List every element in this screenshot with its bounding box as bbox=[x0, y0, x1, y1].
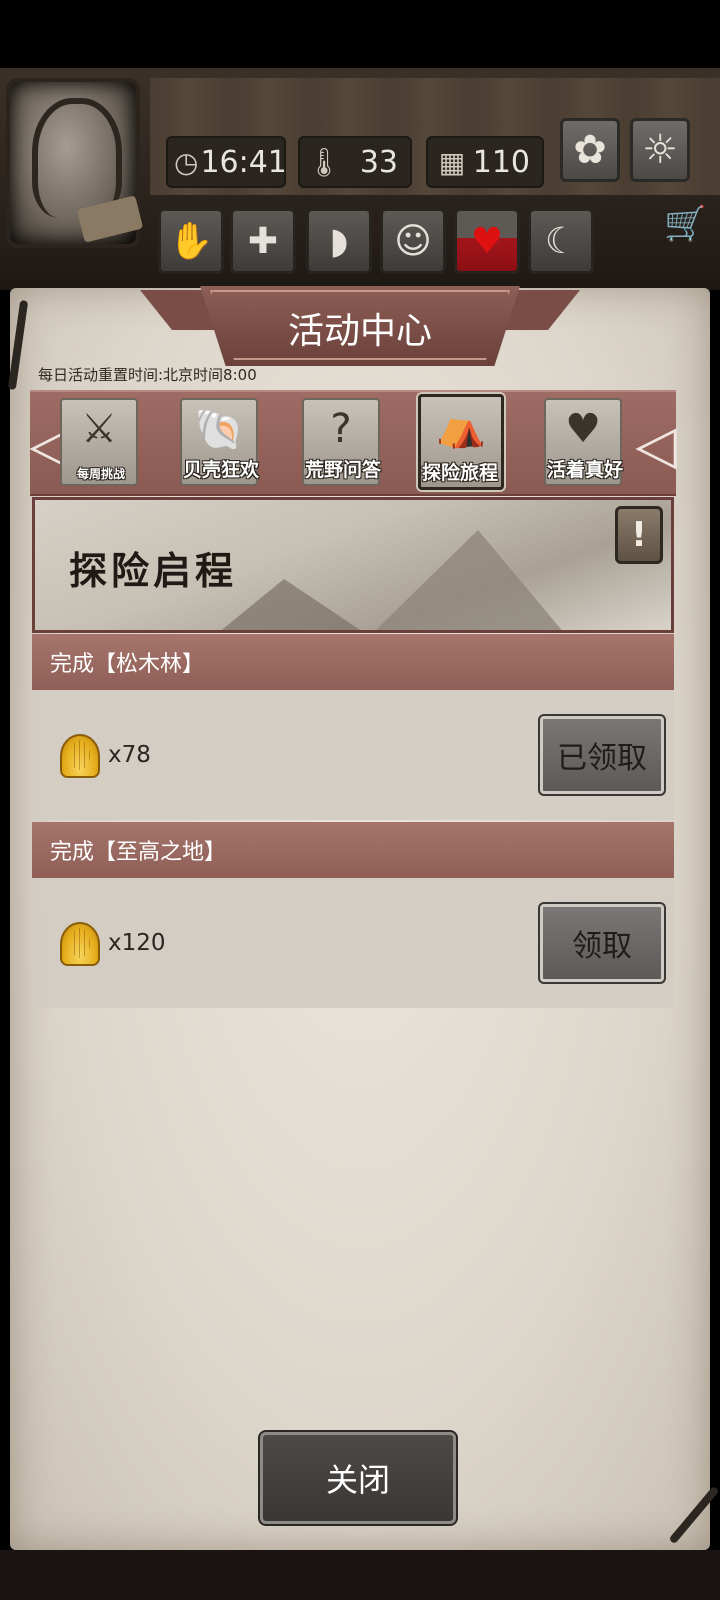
stomach-status-button[interactable]: ◗ bbox=[306, 208, 372, 274]
event-hero-image: 探险启程 ! bbox=[32, 497, 674, 633]
chevron-right-icon: ◁ bbox=[635, 412, 677, 476]
tab-weekly-challenge[interactable]: ⚔ 每周挑战 bbox=[60, 398, 138, 486]
reward-quantity: x78 bbox=[108, 742, 151, 768]
clock-icon: ◷ bbox=[174, 145, 199, 179]
hand-icon: ✋ bbox=[168, 221, 214, 262]
swords-icon: ⚔ bbox=[81, 406, 117, 452]
tab-alive-is-good[interactable]: ♥ 活着真好 bbox=[544, 398, 623, 486]
tab-expedition-journey[interactable]: ⛺ 探险旅程 bbox=[418, 394, 504, 490]
close-button[interactable]: 关闭 bbox=[258, 1430, 458, 1526]
claimed-button[interactable]: 已领取 bbox=[538, 714, 666, 796]
status-bar bbox=[0, 0, 720, 68]
shell-icon: 🐚 bbox=[194, 407, 244, 453]
cart-icon: 🛒 bbox=[664, 204, 707, 244]
head-icon: ☺ bbox=[394, 220, 432, 262]
task-row: x78 已领取 bbox=[32, 690, 674, 820]
info-button[interactable]: ! bbox=[615, 506, 663, 564]
heart-status-button[interactable]: ♥ bbox=[454, 208, 520, 274]
sunflower-button[interactable]: ✿ bbox=[560, 118, 620, 182]
task-title: 完成【松木林】 bbox=[50, 652, 205, 677]
hud: ◷ 16:41 🌡 33 ▦ 110 ✿ ☼ ✋ ✚ ◗ ☺ ♥ ☾ 🛒 bbox=[0, 68, 720, 290]
tab-label: 每周挑战 bbox=[76, 467, 125, 481]
character-portrait[interactable] bbox=[6, 78, 144, 248]
weather-button[interactable]: ☼ bbox=[630, 118, 690, 182]
shop-cart-button[interactable]: 🛒 bbox=[664, 204, 706, 244]
moon-icon: ☾ bbox=[544, 220, 578, 262]
task-header: 完成【至高之地】 bbox=[32, 822, 674, 878]
reset-time-note: 每日活动重置时间:北京时间8:00 bbox=[38, 366, 257, 384]
health-status-button[interactable]: ✚ bbox=[230, 208, 296, 274]
reward-quantity: x120 bbox=[108, 930, 166, 956]
task-title: 完成【至高之地】 bbox=[50, 840, 227, 865]
temperature-value: 33 bbox=[359, 144, 398, 180]
tab-label: 贝壳狂欢 bbox=[182, 459, 259, 481]
backpack-icon: ⛺ bbox=[436, 404, 486, 450]
sleep-status-button[interactable]: ☾ bbox=[528, 208, 594, 274]
sunflower-icon: ✿ bbox=[573, 127, 607, 173]
task-header: 完成【松木林】 bbox=[32, 634, 674, 690]
sun-icon: ☼ bbox=[642, 127, 678, 173]
temperature-display: 🌡 33 bbox=[298, 136, 412, 188]
tab-label: 活着真好 bbox=[546, 459, 623, 481]
time-display: ◷ 16:41 bbox=[166, 136, 287, 188]
stomach-icon: ◗ bbox=[329, 220, 349, 262]
heart-icon: ♥ bbox=[470, 220, 504, 262]
time-value: 16:41 bbox=[200, 144, 287, 180]
portrait-hair bbox=[32, 98, 122, 218]
plus-icon: ✚ bbox=[247, 220, 279, 262]
tab-label: 探险旅程 bbox=[421, 462, 498, 484]
task-row: x120 领取 bbox=[32, 878, 674, 1008]
mind-status-button[interactable]: ☺ bbox=[380, 208, 446, 274]
calendar-heart-icon: ♥ bbox=[565, 406, 601, 452]
claim-button[interactable]: 领取 bbox=[538, 902, 666, 984]
mountain-illustration bbox=[335, 530, 595, 630]
tab-wilderness-quiz[interactable]: ? 荒野问答 bbox=[302, 398, 381, 486]
thermometer-icon: 🌡 bbox=[306, 145, 342, 179]
calendar-icon: ▦ bbox=[438, 145, 466, 179]
question-bubble-icon: ? bbox=[330, 406, 352, 452]
tab-scroll-right[interactable]: ◁ bbox=[635, 400, 677, 488]
panel-title: 活动中心 bbox=[287, 311, 432, 352]
hand-status-button[interactable]: ✋ bbox=[158, 208, 224, 274]
tab-label: 荒野问答 bbox=[304, 459, 381, 481]
bottom-backdrop bbox=[0, 1550, 720, 1600]
event-title: 探险启程 bbox=[69, 548, 238, 593]
shell-icon bbox=[60, 734, 100, 778]
day-display: ▦ 110 bbox=[426, 136, 544, 188]
day-value: 110 bbox=[472, 144, 530, 180]
tab-shell-carnival[interactable]: 🐚 贝壳狂欢 bbox=[180, 398, 259, 486]
shell-icon bbox=[60, 922, 100, 966]
exclamation-icon: ! bbox=[631, 515, 647, 555]
